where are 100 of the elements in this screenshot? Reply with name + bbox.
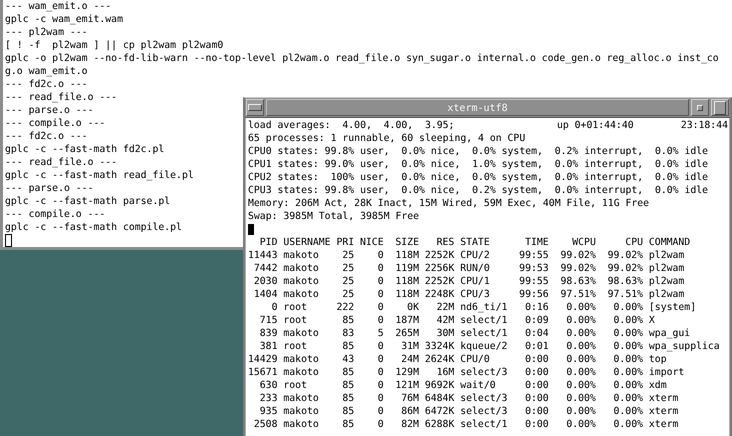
table-cell-text: 0: [376, 288, 384, 301]
table-cell: kqueue/2: [460, 340, 508, 353]
table-cell: wpa_supplica: [648, 340, 720, 353]
table-cell-text: 85: [341, 340, 354, 353]
table-cell-text: 85: [341, 379, 354, 392]
table-cell-text: 83: [341, 327, 354, 340]
table-cell-text: 86M: [400, 405, 419, 418]
table-cell: 222: [336, 301, 354, 314]
table-cell-text: pl2wam: [648, 262, 686, 275]
table-cell-text: 0.00%: [565, 353, 596, 366]
terminal-line: --- read_file.o ---: [5, 156, 118, 169]
maximize-button[interactable]: [711, 99, 729, 116]
table-cell-text: root: [283, 379, 308, 392]
table-cell-text: 0: [376, 366, 384, 379]
table-cell-text: 0.00%: [565, 327, 596, 340]
table-cell-text: import: [648, 366, 686, 379]
table-cell-text: 715: [258, 314, 278, 327]
table-cell-text: 99.02%: [606, 249, 644, 262]
table-cell-text: 30M: [436, 327, 454, 340]
status-line: CPU0 states: 99.8% user, 0.0% nice, 0.0% system, 0.2% interrupt, 0.0% idle: [248, 145, 708, 158]
table-cell-text: 0: [376, 418, 384, 431]
table-cell-text: 0.00%: [565, 301, 596, 314]
table-cell-text: 76M: [400, 392, 419, 405]
table-cell-text: 0:00: [524, 379, 549, 392]
terminal-line: gplc -c --fast-math fd2c.pl: [5, 143, 164, 156]
table-cell-text: 0: [376, 379, 384, 392]
table-cell: 2252K: [424, 275, 454, 288]
window-menu-button[interactable]: [246, 99, 264, 116]
terminal-line: --- pl2wam ---: [5, 26, 88, 39]
table-cell-text: pl2wam: [648, 288, 686, 301]
table-cell: 2252K: [424, 249, 454, 262]
column-header: SIZE: [394, 236, 419, 249]
table-cell-text: 85: [341, 405, 354, 418]
table-cell-text: 16M: [436, 366, 454, 379]
table-cell-text: 0.00%: [612, 353, 644, 366]
table-cell: 3324K: [424, 340, 454, 353]
table-cell: 15671: [248, 366, 278, 379]
table-cell: 2256K: [424, 262, 454, 275]
table-cell-text: 0.00%: [565, 379, 596, 392]
table-cell-text: 97.51%: [559, 288, 596, 301]
table-cell-text: 0: [376, 314, 384, 327]
table-cell-text: 0:00: [524, 418, 549, 431]
table-cell-text: 0: [376, 340, 384, 353]
table-cell-text: 7442: [252, 262, 278, 275]
table-cell-text: makoto: [283, 353, 320, 366]
table-cell-text: 0.00%: [612, 418, 644, 431]
table-cell-text: 118M: [394, 249, 419, 262]
table-cell: select/3: [460, 405, 508, 418]
table-cell: 2624K: [424, 353, 454, 366]
table-cell-text: 0:09: [524, 314, 549, 327]
table-cell-text: xterm: [648, 392, 680, 405]
table-cell: select/1: [460, 327, 508, 340]
terminal-line: gplc -c --fast-math compile.pl: [5, 221, 182, 234]
table-cell-text: makoto: [283, 275, 320, 288]
uptime: up 0+01:44:40: [556, 119, 634, 132]
terminal-line: gplc -c --fast-math parse.pl: [5, 195, 170, 208]
table-cell-text: 0.00%: [612, 379, 644, 392]
table-cell-text: 839: [258, 327, 278, 340]
table-cell-text: 0K: [406, 301, 419, 314]
table-cell-text: 25: [341, 288, 354, 301]
table-cell-text: 97.51%: [606, 288, 644, 301]
column-header: CPU: [624, 236, 644, 249]
table-cell-text: makoto: [283, 392, 320, 405]
table-cell-text: 0.00%: [565, 314, 596, 327]
table-cell-text: 0.00%: [612, 392, 644, 405]
table-cell-text: 82M: [400, 418, 419, 431]
table-cell-text: root: [283, 314, 308, 327]
table-cell-text: 0.00%: [565, 340, 596, 353]
table-cell-text: 0:00: [524, 366, 549, 379]
table-cell-text: root: [283, 340, 308, 353]
table-cell-text: 2508: [252, 418, 278, 431]
table-cell-text: CPU/1: [460, 275, 491, 288]
table-cell-text: makoto: [283, 418, 320, 431]
table-cell-text: wpa_gui: [648, 327, 692, 340]
table-cell: 2248K: [424, 288, 454, 301]
table-cell-text: 1404: [252, 288, 278, 301]
table-cell-text: 121M: [394, 379, 419, 392]
table-cell-text: pl2wam: [648, 249, 686, 262]
table-cell: 6472K: [424, 405, 454, 418]
table-cell-text: makoto: [283, 405, 320, 418]
column-header: STATE: [460, 236, 491, 249]
table-cell-text: 0: [376, 353, 384, 366]
table-cell-text: 118M: [394, 288, 419, 301]
table-cell-text: 5: [376, 327, 384, 340]
table-cell-text: 24M: [400, 353, 419, 366]
table-cell-text: 0.00%: [612, 327, 644, 340]
table-cell-text: 0: [376, 405, 384, 418]
table-cell-text: 0.00%: [612, 405, 644, 418]
table-cell-text: 98.63%: [559, 275, 596, 288]
table-cell-text: 0.00%: [565, 392, 596, 405]
minimize-button[interactable]: [691, 99, 709, 116]
table-cell-text: 85: [341, 366, 354, 379]
terminal-line: --- fd2c.o ---: [5, 130, 88, 143]
terminal-line: gplc -c wam_emit.wam: [5, 13, 123, 26]
table-cell-text: 0: [376, 275, 384, 288]
table-cell-text: CPU/2: [460, 249, 491, 262]
table-cell-text: 22M: [436, 301, 454, 314]
table-cell-text: 42M: [436, 314, 454, 327]
status-line: CPU1 states: 99.0% user, 0.0% nice, 1.0% system, 0.0% interrupt, 0.0% idle: [248, 158, 708, 171]
status-line: CPU3 states: 99.8% user, 0.0% nice, 0.2% system, 0.0% interrupt, 0.0% idle: [248, 184, 708, 197]
